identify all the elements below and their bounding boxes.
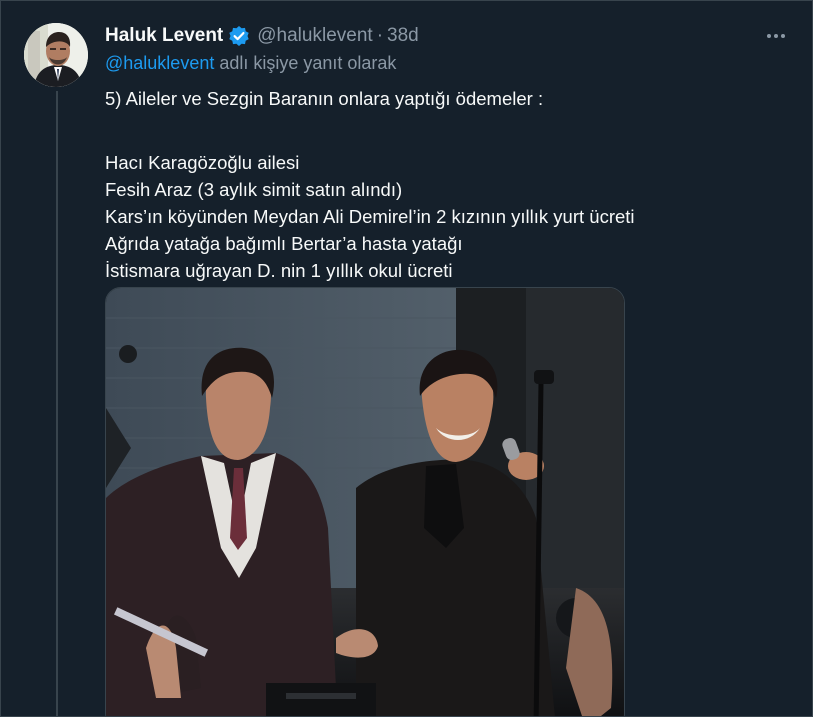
tweet-text-line: Kars’ın köyünden Meydan Ali Demirel’in 2… bbox=[105, 206, 635, 227]
tweet-header: Haluk Levent @haluklevent · 38d bbox=[105, 21, 419, 51]
verified-badge-icon[interactable] bbox=[228, 25, 250, 47]
user-handle[interactable]: @haluklevent bbox=[257, 25, 372, 47]
tweet-photo[interactable] bbox=[105, 287, 625, 716]
more-options-icon[interactable] bbox=[761, 23, 791, 49]
tweet-text-line: Hacı Karagözoğlu ailesi bbox=[105, 152, 300, 173]
thread-connector-line bbox=[56, 91, 58, 716]
tweet-text-line: Fesih Araz (3 aylık simit satın alındı) bbox=[105, 179, 403, 200]
separator-dot: · bbox=[376, 25, 384, 46]
concert-photo-image bbox=[106, 288, 624, 716]
tweet-text-line: Ağrıda yatağa bağımlı Bertar’a hasta yat… bbox=[105, 233, 463, 254]
reply-context-text: adlı kişiye yanıt olarak bbox=[219, 53, 397, 73]
replying-to: @haluklevent adlı kişiye yanıt olarak bbox=[105, 53, 396, 74]
avatar[interactable] bbox=[24, 23, 88, 87]
tweet-body: 5) Aileler ve Sezgin Baranın onlara yapt… bbox=[105, 85, 785, 284]
display-name[interactable]: Haluk Levent bbox=[105, 25, 223, 47]
reply-to-handle-link[interactable]: @haluklevent bbox=[105, 53, 214, 73]
avatar-portrait-image bbox=[24, 23, 88, 87]
tweet-card[interactable]: Haluk Levent @haluklevent · 38d @halukle… bbox=[0, 0, 813, 717]
tweet-timestamp[interactable]: 38d bbox=[387, 25, 419, 47]
tweet-text-line: 5) Aileler ve Sezgin Baranın onlara yapt… bbox=[105, 88, 544, 109]
tweet-text-line: İstismara uğrayan D. nin 1 yıllık okul ü… bbox=[105, 260, 453, 281]
